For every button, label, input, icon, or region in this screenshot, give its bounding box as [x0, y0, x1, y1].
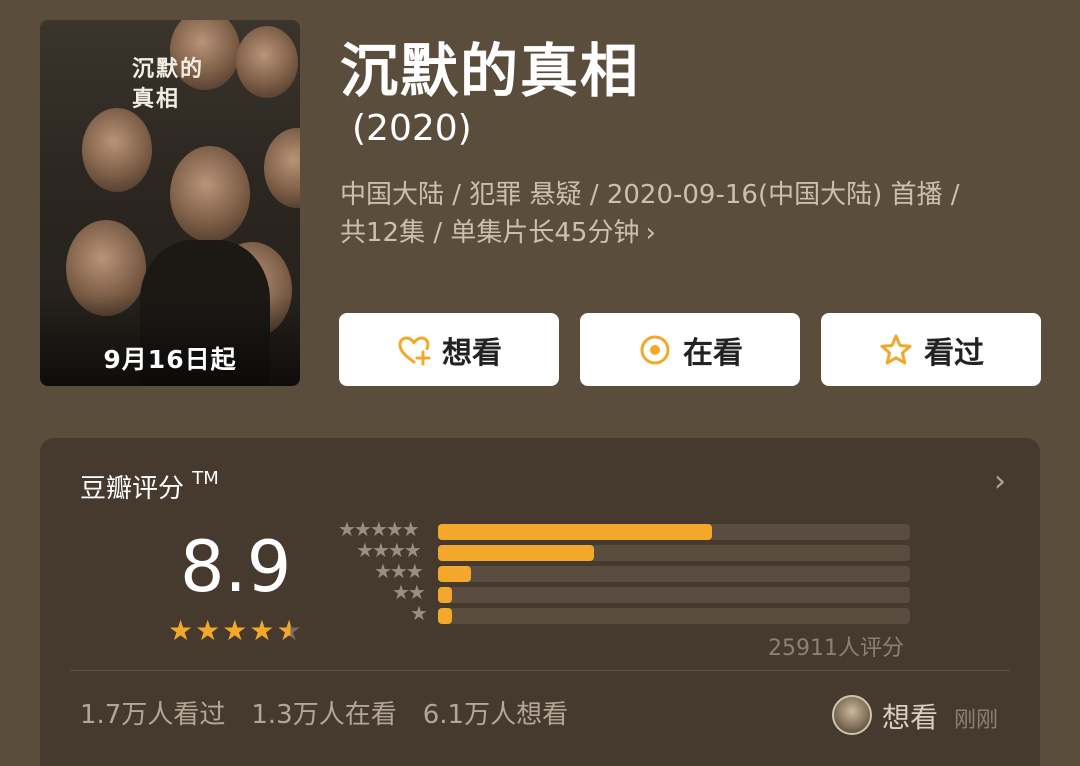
- page-title: 沉默的真相: [340, 37, 641, 105]
- watching-button[interactable]: 在看: [580, 313, 800, 386]
- star-outline-icon: [880, 334, 912, 364]
- want-to-watch-label: 想看: [442, 335, 502, 371]
- distribution-bar-track: [438, 608, 910, 624]
- poster-image[interactable]: 沉默的真相 9月16日起: [40, 20, 300, 386]
- meta-line-2-text: 共12集 / 单集片长45分钟: [340, 218, 640, 248]
- meta-line-2: 共12集 / 单集片长45分钟 ›: [340, 214, 1040, 252]
- audience-stats: 1.7万人看过 1.3万人在看 6.1万人想看: [80, 694, 568, 731]
- distribution-bar-fill: [438, 587, 453, 603]
- distribution-stars-icon: ★★: [392, 580, 426, 604]
- poster-face: [264, 128, 300, 208]
- star-icon: ★: [249, 614, 275, 647]
- poster-release-note: 9月16日起: [103, 345, 237, 374]
- distribution-bar-fill: [438, 566, 472, 582]
- trademark-mark: TM: [192, 468, 219, 489]
- chevron-right-icon: ›: [645, 218, 656, 248]
- distribution-stars-icon: ★: [410, 601, 428, 625]
- distribution-bar-fill: [438, 608, 453, 624]
- distribution-bar-track: [438, 587, 910, 603]
- rating-stars: ★ ★ ★ ★ ★: [168, 616, 302, 646]
- want-count[interactable]: 6.1万人想看: [423, 694, 568, 731]
- meta-line-1: 中国大陆 / 犯罪 悬疑 / 2020-09-16(中国大陆) 首播 /: [340, 180, 960, 210]
- distribution-stars-icon: ★★★: [374, 559, 424, 583]
- friend-action: 想看: [882, 701, 939, 734]
- distribution-bar-fill: [438, 545, 594, 561]
- poster-title-art: 沉默的真相: [132, 56, 205, 112]
- rating-card[interactable]: 豆瓣评分 TM › 8.9 ★ ★ ★ ★ ★ ★★★★★ ★★★★ ★★★ ★★ ★ 2591…: [40, 438, 1040, 766]
- target-circle-icon: [640, 335, 670, 364]
- heart-plus-icon: [398, 335, 431, 365]
- want-to-watch-button[interactable]: 想看: [339, 313, 559, 386]
- distribution-bar-track: [438, 545, 910, 561]
- rating-title-text: 豆瓣评分: [80, 474, 185, 504]
- meta-info[interactable]: 中国大陆 / 犯罪 悬疑 / 2020-09-16(中国大陆) 首播 / 共12…: [340, 176, 1040, 252]
- rating-count: 25911人评分: [768, 636, 904, 661]
- watching-count[interactable]: 1.3万人在看: [251, 694, 396, 731]
- watched-count[interactable]: 1.7万人看过: [80, 694, 225, 731]
- divider: [70, 670, 1010, 671]
- distribution-bar-fill: [438, 524, 712, 540]
- distribution-stars-icon: ★★★★: [356, 538, 422, 562]
- distribution-stars-icon: ★★★★★: [338, 517, 420, 541]
- watching-label: 在看: [683, 335, 743, 371]
- friend-avatar[interactable]: [832, 695, 872, 735]
- rating-card-title: 豆瓣评分 TM: [80, 468, 219, 505]
- poster-face: [170, 146, 250, 242]
- chevron-right-icon[interactable]: ›: [994, 464, 1006, 499]
- poster-face: [82, 108, 152, 192]
- distribution-bar-track: [438, 566, 910, 582]
- release-year: (2020): [352, 108, 472, 149]
- watched-button[interactable]: 看过: [821, 313, 1041, 386]
- star-icon: ★: [222, 614, 248, 647]
- poster-face: [236, 26, 298, 98]
- friend-action-time: 刚刚: [954, 708, 999, 733]
- watched-label: 看过: [924, 335, 984, 371]
- rating-score: 8.9: [180, 526, 292, 608]
- star-icon: ★: [195, 614, 221, 647]
- distribution-bar-track: [438, 524, 910, 540]
- star-icon: ★: [168, 614, 194, 647]
- star-icon: ★: [276, 614, 302, 647]
